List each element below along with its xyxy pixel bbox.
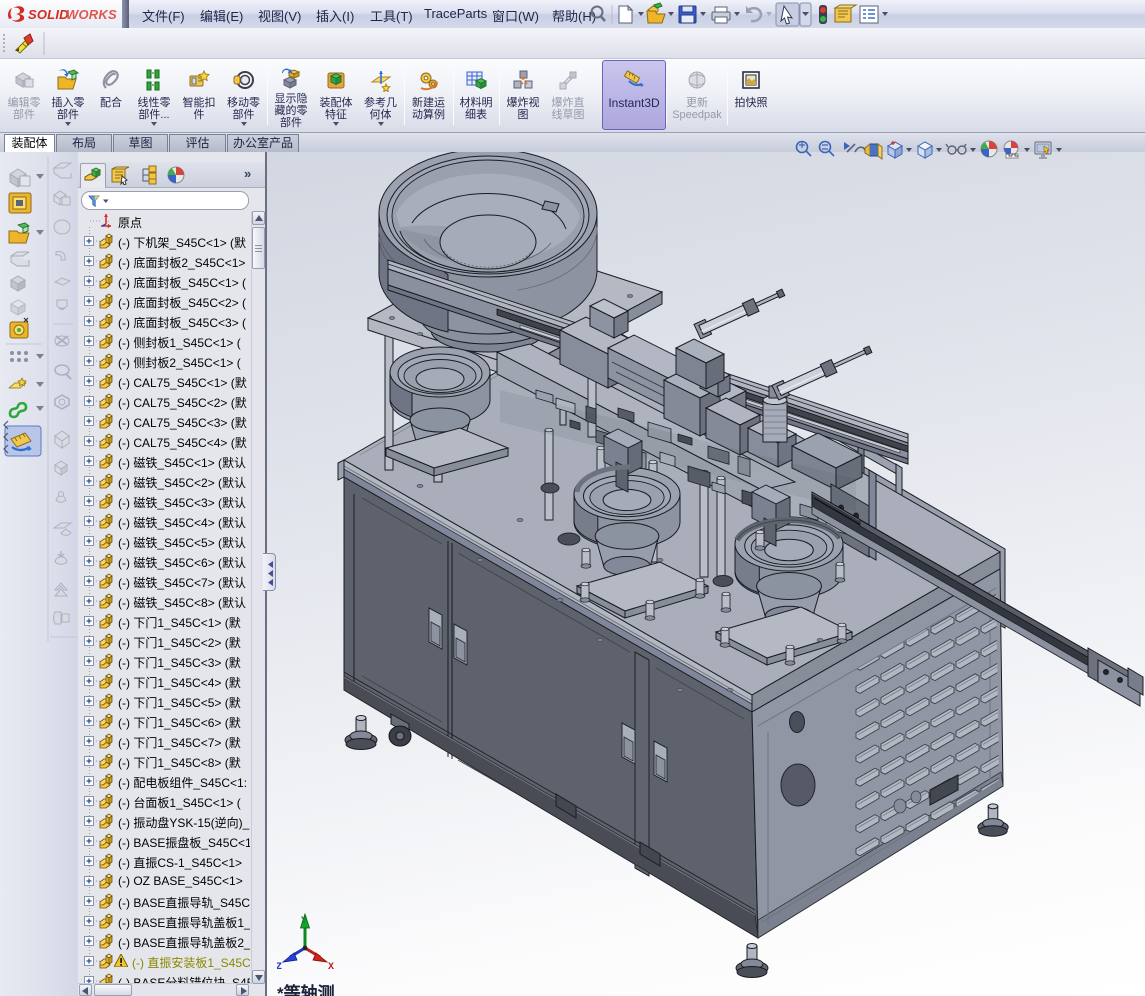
svg-text:Y: Y: [301, 916, 307, 927]
svg-text:WORKS: WORKS: [66, 7, 117, 22]
svg-text:*等轴测: *等轴测: [277, 983, 335, 996]
svg-text:Z: Z: [277, 962, 282, 973]
svg-text:X: X: [328, 962, 334, 973]
svg-text:SOLID: SOLID: [28, 7, 69, 22]
